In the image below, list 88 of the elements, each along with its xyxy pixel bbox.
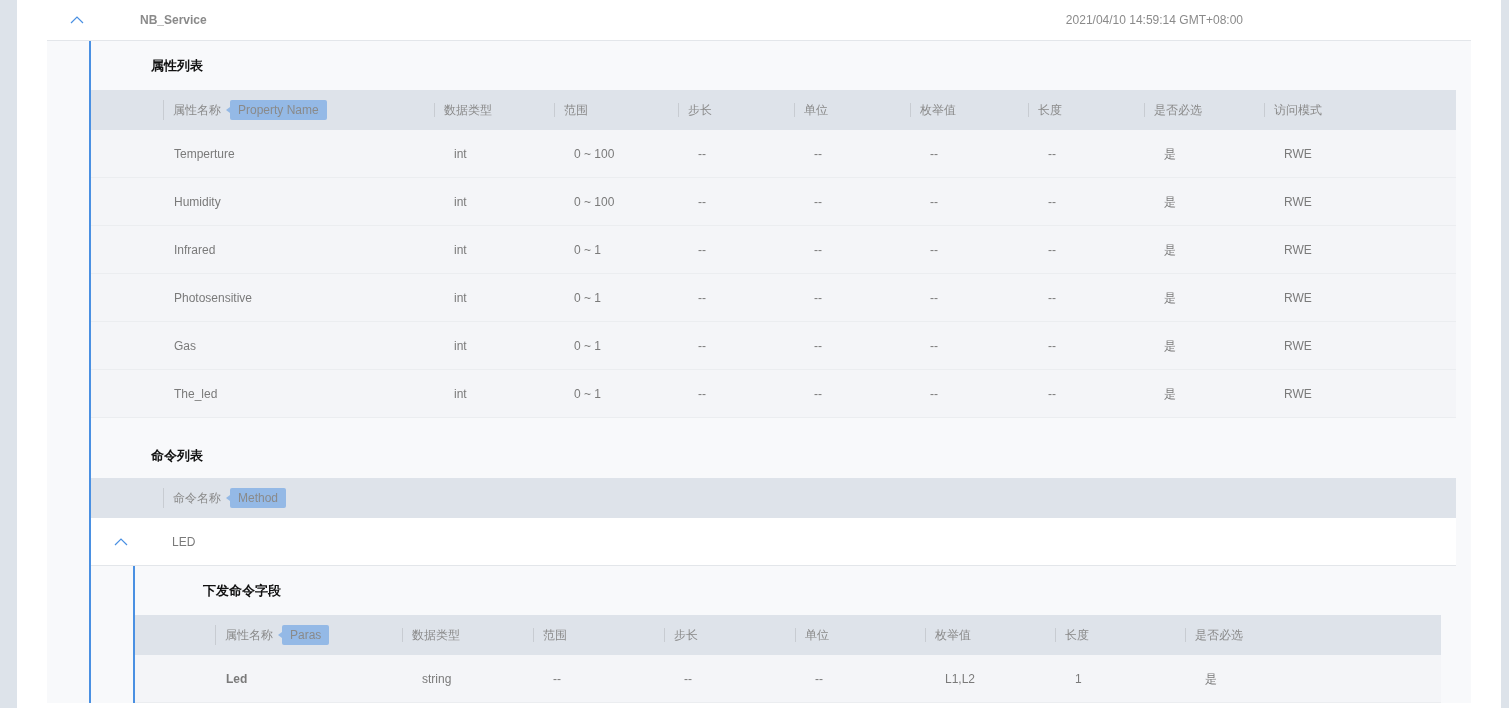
- table-cell: --: [698, 242, 706, 257]
- table-cell: --: [698, 338, 706, 353]
- table-cell: RWE: [1284, 194, 1312, 209]
- table-cell: --: [930, 386, 938, 401]
- table-cell: --: [930, 290, 938, 305]
- table-cell: --: [815, 671, 823, 686]
- table-cell: --: [698, 146, 706, 161]
- table-cell: --: [930, 146, 938, 161]
- table-cell: int: [454, 338, 467, 353]
- column-header: 属性名称: [173, 103, 221, 117]
- table-cell: 0 ~ 1: [574, 290, 602, 305]
- section-title: 属性列表: [151, 56, 203, 75]
- table-cell: --: [698, 290, 706, 305]
- table-cell: --: [814, 386, 822, 401]
- column-header: 单位: [805, 628, 829, 642]
- table-cell: 0 ~ 100: [574, 194, 615, 209]
- table-cell: RWE: [1284, 290, 1312, 305]
- service-name: NB_Service: [140, 12, 207, 29]
- column-header: 枚举值: [935, 628, 971, 642]
- table-cell: 是: [1164, 290, 1176, 305]
- table-cell: --: [1048, 194, 1056, 209]
- table-cell: Infrared: [174, 242, 216, 257]
- table-cell: --: [1048, 386, 1056, 401]
- table-cell: --: [814, 146, 822, 161]
- column-header: 单位: [804, 103, 828, 117]
- table-cell: 0 ~ 1: [574, 386, 602, 401]
- table-cell: Gas: [174, 338, 196, 353]
- column-header: 数据类型: [444, 103, 492, 117]
- table-cell: RWE: [1284, 386, 1312, 401]
- table-cell: --: [1048, 338, 1056, 353]
- table-cell: The_led: [174, 386, 218, 401]
- table-cell: --: [1048, 146, 1056, 161]
- table-cell: int: [454, 194, 467, 209]
- table-cell: 0 ~ 1: [574, 242, 602, 257]
- table-cell: 是: [1164, 386, 1176, 401]
- column-header: 访问模式: [1274, 103, 1322, 117]
- column-header: 长度: [1038, 103, 1062, 117]
- table-cell: RWE: [1284, 338, 1312, 353]
- table-cell: --: [814, 242, 822, 257]
- table-cell: int: [454, 146, 467, 161]
- section-title: 下发命令字段: [203, 581, 281, 600]
- table-cell: 是: [1164, 146, 1176, 161]
- section-title: 命令列表: [151, 447, 203, 466]
- table-cell: 0 ~ 100: [574, 146, 615, 161]
- column-header: 步长: [674, 628, 698, 642]
- column-header: 是否必选: [1154, 103, 1202, 117]
- collapse-icon[interactable]: [70, 16, 84, 24]
- table-cell: --: [814, 338, 822, 353]
- table-cell: string: [422, 671, 452, 686]
- table-cell: 0 ~ 1: [574, 338, 602, 353]
- column-header: 属性名称: [225, 628, 273, 642]
- table-cell: --: [698, 386, 706, 401]
- table-cell: --: [930, 194, 938, 209]
- table-cell: Humidity: [174, 194, 221, 209]
- table-cell: 是: [1164, 194, 1176, 209]
- column-header: 命令名称: [173, 491, 221, 505]
- table-cell: --: [930, 338, 938, 353]
- table-cell: L1,L2: [945, 671, 976, 686]
- table-cell: --: [814, 290, 822, 305]
- table-cell: --: [698, 194, 706, 209]
- column-header: 范围: [543, 628, 567, 642]
- column-header: 是否必选: [1195, 628, 1243, 642]
- column-header: 枚举值: [920, 103, 956, 117]
- table-cell: --: [1048, 242, 1056, 257]
- table-cell: --: [684, 671, 692, 686]
- table-cell: 1: [1075, 671, 1082, 686]
- column-header: 步长: [688, 103, 712, 117]
- command-name[interactable]: LED: [172, 532, 196, 551]
- table-cell: Temperture: [174, 146, 235, 161]
- column-header: 数据类型: [412, 628, 460, 642]
- table-cell: Led: [226, 671, 248, 686]
- timestamp: 2021/04/10 14:59:14 GMT+08:00: [1065, 12, 1243, 29]
- collapse-icon[interactable]: [114, 537, 128, 546]
- table-cell: 是: [1205, 671, 1217, 686]
- column-header: 长度: [1065, 628, 1089, 642]
- table-cell: int: [454, 290, 467, 305]
- table-cell: --: [553, 671, 561, 686]
- table-cell: 是: [1164, 242, 1176, 257]
- table-cell: RWE: [1284, 242, 1312, 257]
- table-cell: RWE: [1284, 146, 1312, 161]
- table-cell: int: [454, 386, 467, 401]
- table-cell: Photosensitive: [174, 290, 253, 305]
- table-cell: 是: [1164, 338, 1176, 353]
- table-cell: int: [454, 242, 467, 257]
- column-header: 范围: [564, 103, 588, 117]
- table-cell: --: [1048, 290, 1056, 305]
- table-cell: --: [814, 194, 822, 209]
- table-cell: --: [930, 242, 938, 257]
